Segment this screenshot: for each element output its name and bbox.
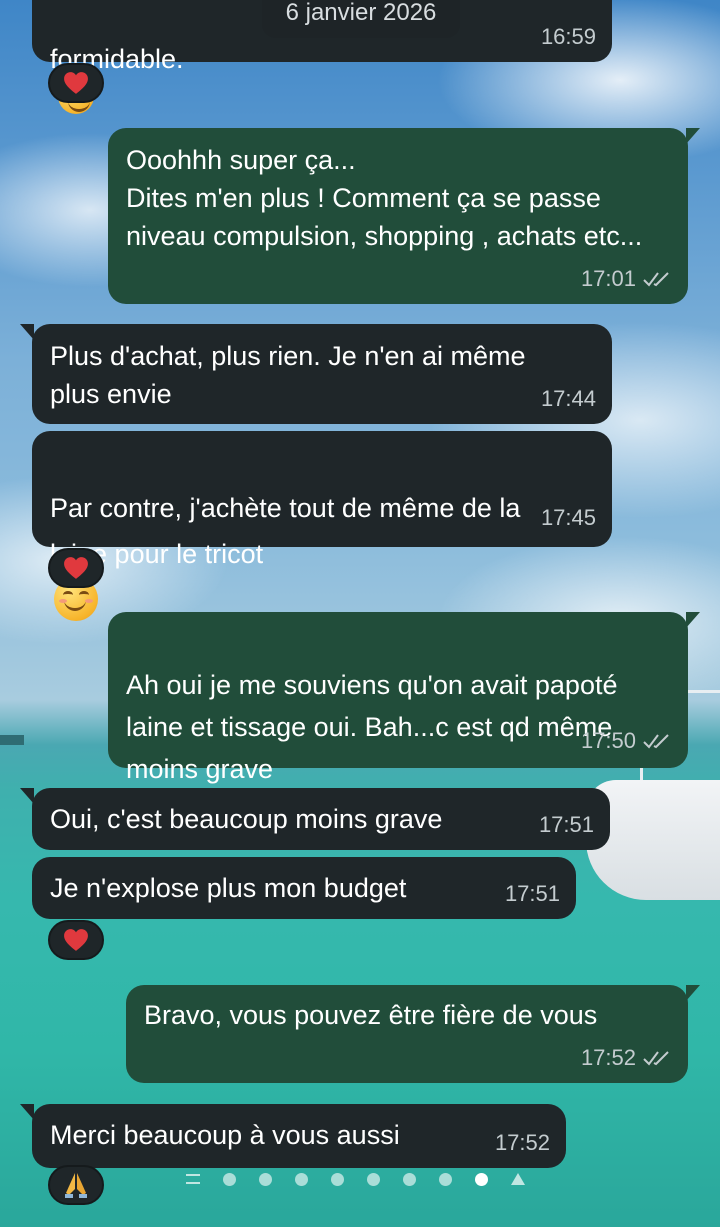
background-shore (0, 735, 24, 745)
page-dot[interactable] (403, 1172, 416, 1186)
message-time: 17:50 (580, 728, 636, 753)
message-bubble-incoming[interactable]: Oui, c'est beaucoup moins grave 17:51 (20, 788, 610, 850)
message-bubble-outgoing[interactable]: Ooohhh super ça... Dites m'en plus ! Com… (108, 128, 700, 304)
heart-icon (64, 929, 88, 951)
double-check-icon (643, 734, 669, 749)
home-page-indicator[interactable] (186, 1168, 536, 1190)
message-reaction[interactable] (48, 1165, 104, 1205)
message-text: Ooohhh super ça... Dites m'en plus ! Com… (126, 145, 643, 251)
message-text: Bravo, vous pouvez être fière de vous (144, 1000, 598, 1030)
message-time: 17:01 (580, 266, 636, 291)
message-bubble-incoming[interactable]: Merci beaucoup à vous aussi 17:52 (20, 1104, 566, 1168)
message-time: 17:45 (540, 505, 596, 530)
message-reaction[interactable] (48, 63, 104, 103)
message-time: 17:52 (494, 1130, 550, 1155)
message-text: Ah oui je me souviens qu'on avait papoté… (126, 670, 618, 784)
page-dot-active[interactable] (475, 1172, 488, 1186)
message-bubble-incoming[interactable]: Je n'explose plus mon budget 17:51 (32, 857, 576, 919)
message-bubble-incoming[interactable]: Plus d'achat, plus rien. Je n'en ai même… (20, 324, 612, 424)
page-dot[interactable] (439, 1172, 452, 1186)
folded-hands-icon (65, 1173, 87, 1198)
message-text: Merci beaucoup à vous aussi (50, 1120, 400, 1150)
message-time: 17:51 (538, 812, 594, 837)
message-time: 16:59 (540, 24, 596, 49)
message-reaction[interactable] (48, 920, 104, 960)
heart-icon (64, 557, 88, 579)
home-icon[interactable] (511, 1173, 525, 1185)
message-reaction[interactable] (48, 548, 104, 588)
message-bubble-outgoing[interactable]: Bravo, vous pouvez être fière de vous 17… (126, 985, 700, 1083)
message-text: Oui, c'est beaucoup moins grave (50, 804, 443, 834)
heart-icon (64, 72, 88, 94)
date-chip: 6 janvier 2026 (262, 0, 460, 38)
double-check-icon (643, 272, 669, 287)
page-dot[interactable] (259, 1172, 272, 1186)
message-text: Plus d'achat, plus rien. Je n'en ai même… (50, 341, 526, 409)
page-dot[interactable] (331, 1172, 344, 1186)
message-bubble-outgoing[interactable]: Ah oui je me souviens qu'on avait papoté… (108, 612, 700, 832)
message-time: 17:51 (504, 881, 560, 906)
double-check-icon (643, 1051, 669, 1066)
message-time: 17:44 (540, 386, 596, 411)
all-apps-icon[interactable] (186, 1174, 200, 1184)
message-text: Par contre, j'achète tout de même de la … (50, 493, 521, 569)
page-dot[interactable] (223, 1172, 236, 1186)
message-time: 17:52 (580, 1045, 636, 1070)
message-text: Je n'explose plus mon budget (50, 873, 407, 903)
message-bubble-incoming[interactable]: Par contre, j'achète tout de même de la … (32, 431, 612, 621)
page-dot[interactable] (295, 1172, 308, 1186)
chat-screen: { "date_chip": "6 janvier 2026", "messag… (0, 0, 720, 1227)
page-dot[interactable] (367, 1172, 380, 1186)
